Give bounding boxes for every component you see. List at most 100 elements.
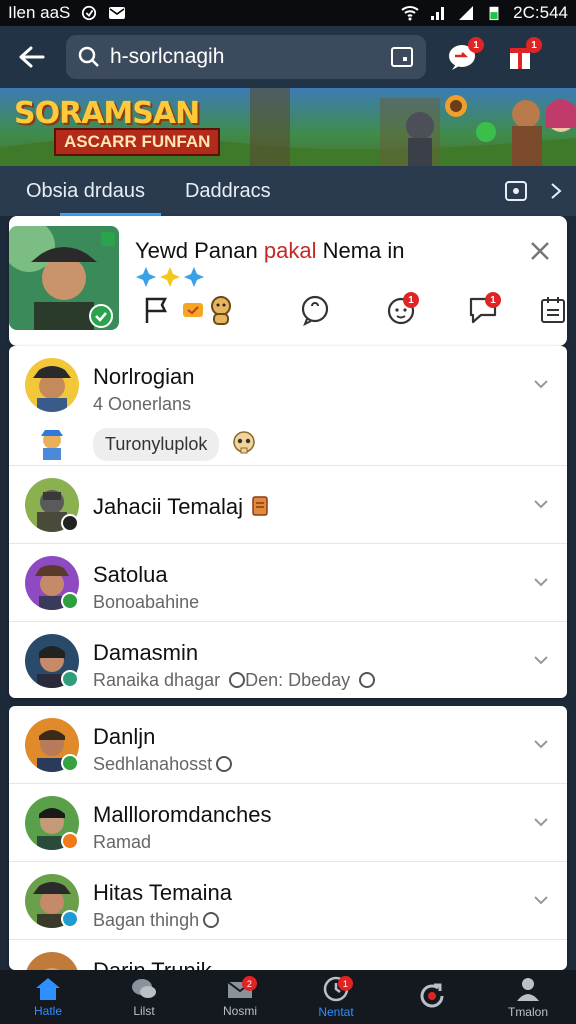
nav-label: Nosmi [222, 1004, 257, 1018]
chevron-down-icon[interactable] [531, 890, 551, 910]
search-field[interactable]: h-sorlcnagih [66, 35, 426, 79]
clock-icon [359, 672, 376, 688]
tab-obsia[interactable]: Obsia drdaus [10, 166, 161, 216]
chevron-down-icon[interactable] [531, 572, 551, 592]
next-button[interactable] [536, 171, 576, 211]
flag-button[interactable] [139, 292, 175, 328]
status-dot [61, 514, 79, 532]
gift-button[interactable]: 1 [498, 35, 542, 79]
person-icon [517, 978, 539, 1001]
list-item[interactable]: Danljn Sedhlanahosst [9, 706, 567, 784]
friend-status: Ramad [93, 832, 152, 852]
game-banner[interactable]: SORAMSAN ASCARR FUNFAN [0, 88, 576, 166]
nav-label: Tmalon [507, 1005, 548, 1019]
sparkle-yellow-icon [160, 267, 180, 287]
profile-name-highlight: pakal [263, 238, 317, 263]
gift-badge: 1 [526, 37, 542, 53]
pet-icon [211, 296, 231, 325]
profile-avatar[interactable] [9, 226, 119, 330]
tab-daddracs[interactable]: Daddracs [169, 166, 287, 216]
list-item[interactable]: Darin Trunik [9, 940, 567, 970]
chevron-down-icon[interactable] [531, 734, 551, 754]
notifications-badge: 1 [403, 292, 419, 308]
friend-name: Danljn [93, 724, 156, 749]
signal-icon-2 [459, 6, 474, 20]
record-button[interactable] [496, 171, 536, 211]
profile-card: Yewd Panan pakal Nema in 1 1 [9, 216, 567, 346]
clock: 2C:544 [513, 3, 568, 22]
scroll-icon [252, 496, 268, 516]
status-dot [61, 910, 79, 928]
carrier-label: Ilen aaS [8, 3, 71, 22]
activity-chip[interactable]: Turonyluplok [93, 428, 220, 461]
chevron-down-icon[interactable] [531, 494, 551, 514]
back-arrow-icon [19, 46, 45, 68]
clock-icon [229, 672, 246, 688]
friend-list-2: Danljn Sedhlanahosst Mallloromdanches Ra… [9, 706, 567, 970]
battery-icon [489, 6, 499, 21]
status-bar: Ilen aaS 2C:544 [0, 0, 576, 26]
tab-label: Daddracs [184, 179, 271, 202]
search-icon [78, 46, 99, 67]
friend-status: Ranaika dhagar Den: Dbeday [93, 670, 376, 691]
banner-title: SORAMSAN [14, 96, 200, 131]
status-dot [61, 592, 79, 610]
bottom-nav: Hatle Lilst 2 Nosmi 1 Nentat Tmalon [0, 970, 576, 1024]
nav-refresh[interactable] [384, 970, 480, 1024]
sync-icon [82, 5, 97, 21]
sparkle-blue-icon-2 [184, 267, 204, 287]
nav-list[interactable]: Lilst [96, 970, 192, 1024]
nav-badge: 1 [337, 976, 353, 991]
status-dot [61, 832, 79, 850]
profile-name-part: Nema in [316, 238, 405, 263]
clock-icon [216, 756, 233, 772]
chevron-down-icon[interactable] [531, 650, 551, 670]
profile-name-part: Yewd Panan [135, 238, 264, 263]
alerts-button[interactable]: 1 [440, 35, 484, 79]
friend-status: 4 Oonerlans [93, 394, 192, 414]
list-item[interactable]: Hitas Temaina Bagan thingh [9, 862, 567, 940]
rank-badges [135, 266, 205, 288]
top-app-bar: h-sorlcnagih 1 1 [0, 26, 576, 88]
chat-icon [132, 979, 156, 998]
messages-button[interactable]: 1 [465, 292, 501, 328]
list-item[interactable]: Mallloromdanches Ramad [9, 784, 567, 862]
nav-label: Lilst [133, 1004, 155, 1018]
tab-bar: Obsia drdaus Daddracs [0, 166, 576, 216]
back-button[interactable] [12, 37, 52, 77]
nav-profile[interactable]: Tmalon [480, 970, 576, 1024]
chevron-down-icon[interactable] [531, 374, 551, 394]
nav-home[interactable]: Hatle [0, 970, 96, 1024]
signal-icon [431, 7, 445, 20]
nav-label: Nentat [318, 1005, 354, 1019]
banner-characters [406, 95, 576, 166]
record-icon [505, 181, 527, 201]
chevron-down-icon[interactable] [531, 812, 551, 832]
list-item[interactable]: Satolua Bonoabahine [9, 544, 567, 622]
friend-status: Bagan thingh [93, 910, 220, 931]
nav-event[interactable]: 1 Nentat [288, 970, 384, 1024]
list-item[interactable]: Damasmin Ranaika dhagar Den: Dbeday [9, 622, 567, 700]
skull-emoji-icon [233, 431, 255, 454]
refresh-icon [420, 983, 444, 1008]
nav-news[interactable]: 2 Nosmi [192, 970, 288, 1024]
nav-label: Hatle [33, 1004, 62, 1018]
wifi-icon [401, 6, 419, 21]
list-item[interactable]: Jahacii Temalaj [9, 466, 567, 544]
scan-icon[interactable] [390, 46, 414, 68]
close-icon[interactable] [525, 236, 555, 266]
mail-icon [109, 7, 126, 19]
friend-name: Darin Trunik [93, 958, 212, 970]
alerts-badge: 1 [468, 37, 484, 53]
comment-button[interactable] [297, 292, 333, 328]
friend-status-text: Bagan thingh [93, 910, 200, 930]
flag-icon [145, 297, 168, 323]
avatar [25, 952, 79, 970]
banner-subtitle: ASCARR FUNFAN [54, 128, 221, 156]
notifications-button[interactable]: 1 [383, 292, 419, 328]
friend-name: Mallloromdanches [93, 802, 272, 827]
list-item[interactable]: Norlrogian 4 Oonerlans Turonyluplok [9, 346, 567, 466]
calendar-button[interactable] [535, 292, 571, 328]
pet-button[interactable] [203, 292, 239, 328]
search-input[interactable]: h-sorlcnagih [110, 45, 380, 69]
